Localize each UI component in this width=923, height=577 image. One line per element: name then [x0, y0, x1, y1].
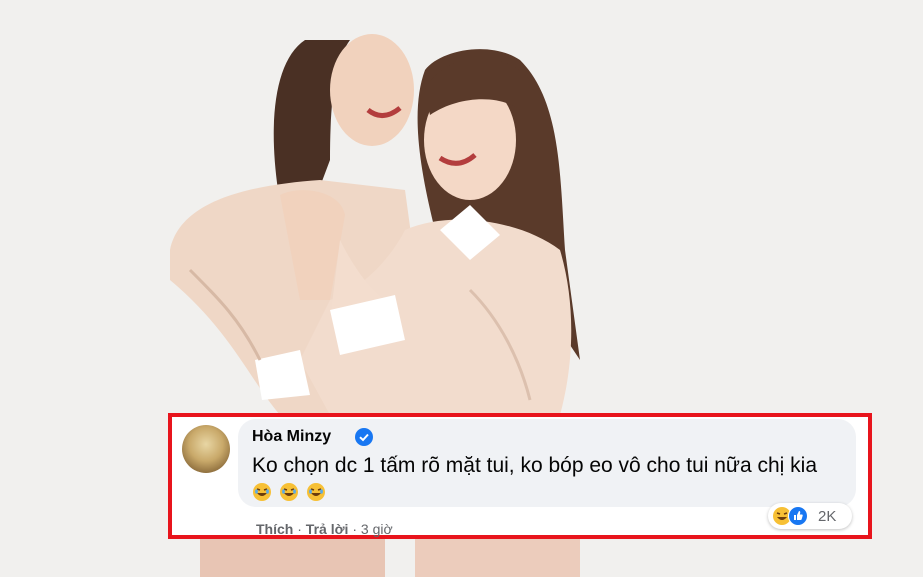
laughing-face-icon [253, 483, 271, 501]
reaction-summary[interactable]: 2K [768, 503, 852, 529]
comment-actions: Thích · Trả lời · 3 giờ [256, 521, 393, 537]
laughing-emoji-group [252, 481, 327, 504]
comment-text-body: Ko chọn dc 1 tấm rõ mặt tui, ko bóp eo v… [252, 454, 818, 477]
highlighted-comment: Hòa Minzy Ko chọn dc 1 tấm rõ mặt tui, k… [168, 413, 872, 539]
laughing-face-icon [279, 483, 298, 501]
laughing-face-icon [306, 483, 325, 501]
avatar[interactable] [182, 425, 230, 473]
like-link[interactable]: Thích [256, 521, 293, 537]
comment-timestamp[interactable]: 3 giờ [361, 521, 393, 537]
separator: · [352, 521, 357, 537]
like-reaction-icon [788, 506, 808, 526]
comment-text: Ko chọn dc 1 tấm rõ mặt tui, ko bóp eo v… [252, 452, 842, 506]
reaction-count: 2K [818, 508, 837, 525]
separator: · [297, 521, 302, 537]
verified-badge-icon [355, 428, 373, 446]
comment-author[interactable]: Hòa Minzy [252, 428, 331, 446]
comment-bubble: Hòa Minzy Ko chọn dc 1 tấm rõ mặt tui, k… [238, 419, 856, 507]
reply-link[interactable]: Trả lời [306, 521, 349, 537]
